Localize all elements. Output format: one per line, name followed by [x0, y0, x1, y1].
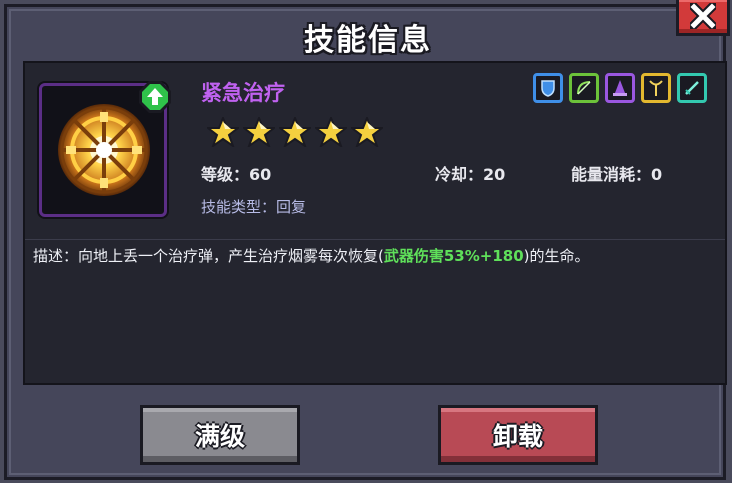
skill-type: 技能类型：回复: [201, 198, 307, 216]
star-icon: [315, 117, 347, 147]
skill-cooldown: 冷却：20: [435, 165, 506, 184]
star-icon: [351, 117, 383, 147]
sword-icon: [677, 73, 707, 103]
panel-divider: [25, 239, 725, 240]
plus-up-icon: [139, 81, 171, 113]
skill-description: 描述：向地上丢一个治疗弹，产生治疗烟雾每次恢复(武器伤害53%+180)的生命。: [33, 245, 590, 266]
skill-details-panel: 紧急治疗 等级：60 冷却：20 能量消耗：0 技能类型：回复 描述：向地上丢一…: [23, 61, 727, 385]
skill-name: 紧急治疗: [201, 81, 285, 105]
description-suffix: )的生命。: [523, 247, 590, 265]
description-text: 描述：向地上丢一个治疗弹，产生治疗烟雾每次恢复(: [33, 247, 384, 265]
star-rating: [207, 117, 383, 147]
star-icon: [279, 117, 311, 147]
star-icon: [207, 117, 239, 147]
bow-icon: [569, 73, 599, 103]
max-level-button[interactable]: 满级: [140, 405, 300, 465]
staff-icon: [641, 73, 671, 103]
close-x-icon: [690, 3, 716, 29]
skill-level: 等级：60: [201, 165, 272, 184]
skill-energy-cost: 能量消耗：0: [571, 165, 663, 184]
close-button[interactable]: [676, 0, 730, 36]
description-highlight: 武器伤害53%+180: [383, 247, 524, 265]
class-tags: [533, 73, 707, 103]
unload-button[interactable]: 卸载: [438, 405, 598, 465]
shield-icon: [533, 73, 563, 103]
dialog-title: 技能信息: [304, 23, 432, 58]
skill-info-dialog: 技能信息 紧急治疗 等级：60 冷却：20 能量消耗：0 技能类型：回复 描述：…: [4, 4, 727, 480]
wizard-hat-icon: [605, 73, 635, 103]
star-icon: [243, 117, 275, 147]
